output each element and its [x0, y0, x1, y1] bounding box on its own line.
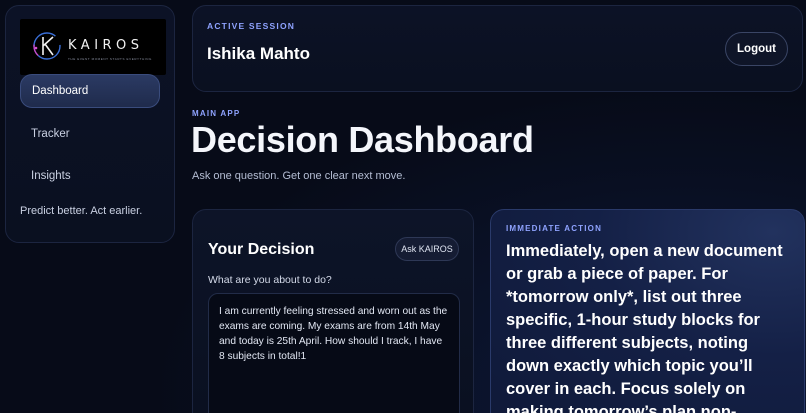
sidebar-item-tracker[interactable]: Tracker	[20, 117, 160, 151]
sidebar: KAIROS THE EVENT MOMENT STARTS EVERYTHIN…	[5, 5, 175, 243]
session-eyebrow: ACTIVE SESSION	[207, 21, 296, 31]
session-card: ACTIVE SESSION Ishika Mahto Logout	[192, 5, 803, 92]
page-subtitle: Ask one question. Get one clear next mov…	[192, 170, 406, 182]
sidebar-item-dashboard[interactable]: Dashboard	[20, 74, 160, 108]
kairos-logo-mark-icon	[33, 32, 61, 60]
kairos-logo[interactable]: KAIROS THE EVENT MOMENT STARTS EVERYTHIN…	[20, 19, 166, 75]
page-title: Decision Dashboard	[191, 119, 534, 160]
decision-card: Your Decision Ask KAIROS What are you ab…	[192, 209, 474, 413]
main-eyebrow: MAIN APP	[192, 109, 241, 118]
action-eyebrow: IMMEDIATE ACTION	[506, 224, 603, 233]
ask-kairos-button[interactable]: Ask KAIROS	[395, 237, 459, 261]
logout-button[interactable]: Logout	[725, 32, 788, 66]
immediate-action-card: IMMEDIATE ACTION Immediately, open a new…	[490, 209, 805, 413]
question-label: What are you about to do?	[208, 274, 332, 286]
brand-tagline-small: THE EVENT MOMENT STARTS EVERYTHING	[68, 57, 152, 61]
brand-name: KAIROS	[68, 38, 144, 53]
sidebar-item-label: Tracker	[31, 128, 70, 140]
decision-title: Your Decision	[208, 241, 315, 258]
question-textarea[interactable]: I am currently feeling stressed and worn…	[208, 293, 460, 413]
sidebar-item-label: Dashboard	[32, 85, 89, 97]
action-text: Immediately, open a new document or grab…	[506, 242, 783, 413]
sidebar-item-insights[interactable]: Insights	[20, 159, 160, 193]
sidebar-item-label: Insights	[31, 170, 71, 182]
session-user-name: Ishika Mahto	[207, 44, 310, 63]
sidebar-tagline: Predict better. Act earlier.	[20, 205, 143, 217]
